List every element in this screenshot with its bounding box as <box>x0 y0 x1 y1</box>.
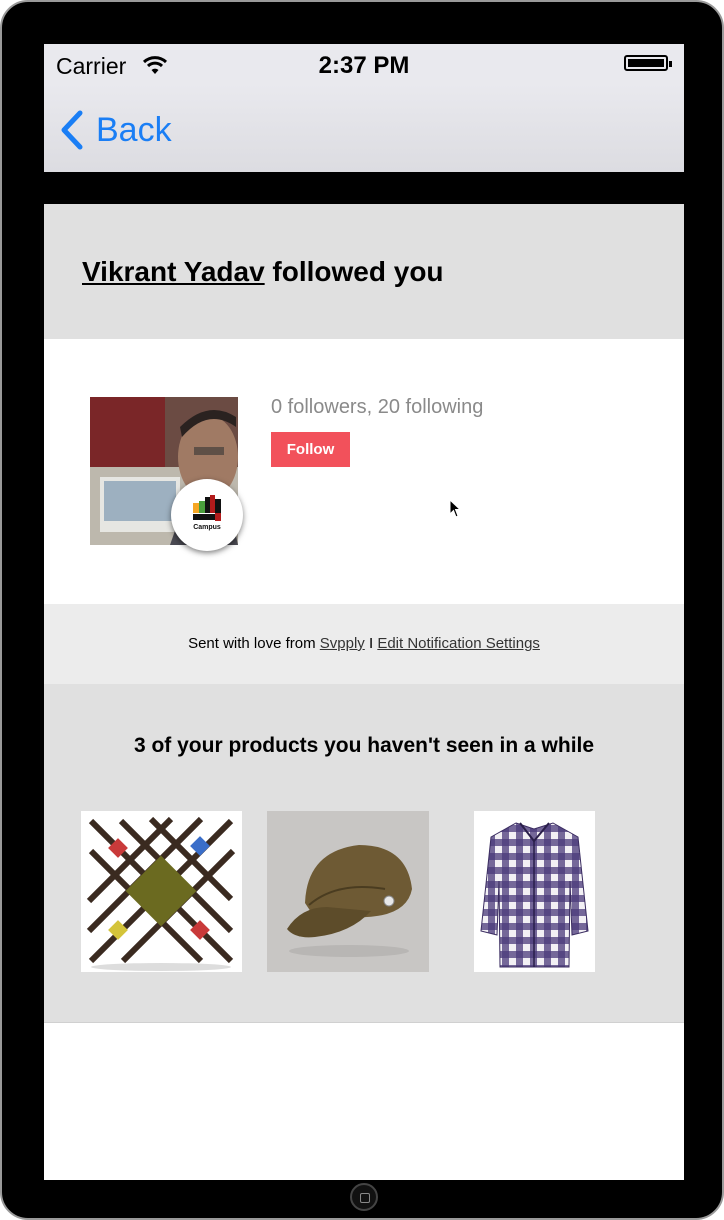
brand-badge-icon: Campus <box>171 479 243 551</box>
plaid-shirt-image <box>474 811 595 972</box>
edit-notification-settings-link[interactable]: Edit Notification Settings <box>377 635 540 652</box>
follower-stats: 0 followers, 20 following <box>271 396 484 418</box>
page-title: Vikrant Yadav followed you <box>82 256 444 288</box>
clock: 2:37 PM <box>318 52 410 79</box>
svg-text:Campus: Campus <box>193 524 221 531</box>
products-title: 3 of your products you haven't seen in a… <box>133 734 595 757</box>
product-plaid-shirt[interactable] <box>474 811 595 972</box>
follow-button[interactable]: Follow <box>271 432 350 467</box>
email-content: Vikrant Yadav followed you Campus 0 foll… <box>44 204 684 1180</box>
notification-header: Vikrant Yadav followed you <box>44 204 684 339</box>
email-footer: Sent with love from Svpply I Edit Notifi… <box>44 604 684 684</box>
cap-image <box>267 811 429 972</box>
footer-prefix: Sent with love from <box>188 635 320 652</box>
device-frame: Carrier 2:37 PM Back Vikrant Yadav follo… <box>0 0 724 1220</box>
action-text: followed you <box>264 256 444 287</box>
svpply-link[interactable]: Svpply <box>320 635 365 652</box>
product-cap[interactable] <box>267 811 429 972</box>
bookshelf-image <box>81 811 242 972</box>
follower-name-link[interactable]: Vikrant Yadav <box>82 256 265 287</box>
back-label: Back <box>96 110 172 149</box>
navigation-bar: Back <box>44 84 684 172</box>
battery-icon <box>624 55 672 71</box>
product-bookshelf[interactable] <box>81 811 242 972</box>
status-bar: Carrier 2:37 PM <box>44 44 684 84</box>
chevron-left-icon <box>61 110 83 150</box>
back-button[interactable]: Back <box>58 108 172 152</box>
mouse-pointer-icon <box>449 499 462 518</box>
products-section: 3 of your products you haven't seen in a… <box>44 684 684 1023</box>
footer-separator: I <box>364 635 378 652</box>
screen: Carrier 2:37 PM Back Vikrant Yadav follo… <box>44 44 684 1180</box>
home-button[interactable] <box>350 1183 378 1211</box>
profile-section: Campus 0 followers, 20 following Follow <box>44 339 684 604</box>
